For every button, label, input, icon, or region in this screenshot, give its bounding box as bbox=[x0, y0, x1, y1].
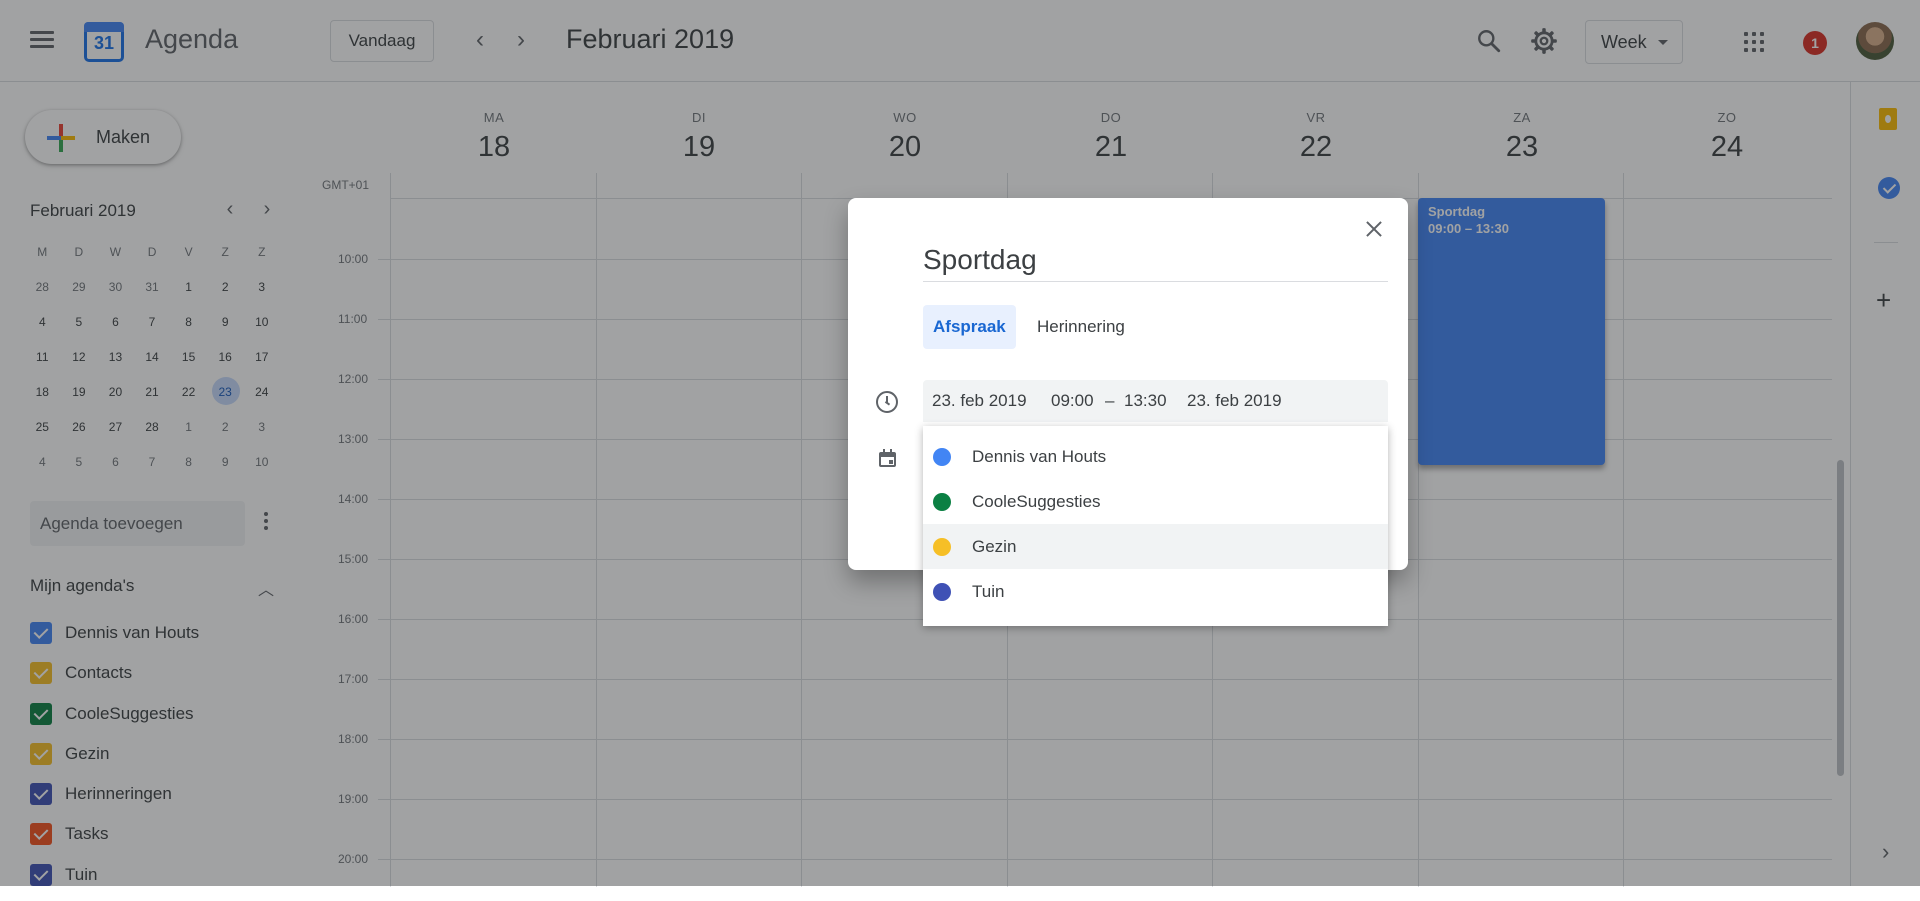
date-time-row: 23. feb 2019 09:00 – 13:30 23. feb 2019 bbox=[923, 380, 1388, 422]
calendar-option-label: Dennis van Houts bbox=[972, 447, 1107, 466]
calendar-option-gezin[interactable]: Gezin bbox=[923, 524, 1388, 569]
event-title-input[interactable]: Sportdag bbox=[923, 244, 1388, 282]
calendar-option-label: CooleSuggesties bbox=[972, 492, 1101, 511]
calendar-select-dropdown: Dennis van Houts CooleSuggesties Gezin T… bbox=[923, 426, 1388, 626]
calendar-option-coolesuggesties[interactable]: CooleSuggesties bbox=[923, 479, 1388, 524]
calendar-icon bbox=[879, 449, 896, 467]
clock-icon bbox=[876, 391, 898, 413]
calendar-color-dot bbox=[933, 493, 951, 511]
start-time-field[interactable]: 09:00 bbox=[1051, 380, 1094, 422]
calendar-option-tuin[interactable]: Tuin bbox=[923, 569, 1388, 614]
close-icon[interactable] bbox=[1363, 218, 1385, 240]
time-separator: – bbox=[1105, 391, 1115, 410]
tab-herinnering[interactable]: Herinnering bbox=[1027, 305, 1135, 349]
end-time-field[interactable]: 13:30 bbox=[1124, 380, 1167, 422]
calendar-option-dennis-van-houts[interactable]: Dennis van Houts bbox=[923, 434, 1388, 479]
calendar-color-dot bbox=[933, 448, 951, 466]
calendar-color-dot bbox=[933, 583, 951, 601]
calendar-color-dot bbox=[933, 538, 951, 556]
start-date-field[interactable]: 23. feb 2019 bbox=[932, 380, 1027, 422]
tab-afspraak[interactable]: Afspraak bbox=[923, 305, 1016, 349]
end-date-field[interactable]: 23. feb 2019 bbox=[1187, 380, 1282, 422]
calendar-option-label: Gezin bbox=[972, 537, 1017, 556]
calendar-option-label: Tuin bbox=[972, 582, 1005, 601]
